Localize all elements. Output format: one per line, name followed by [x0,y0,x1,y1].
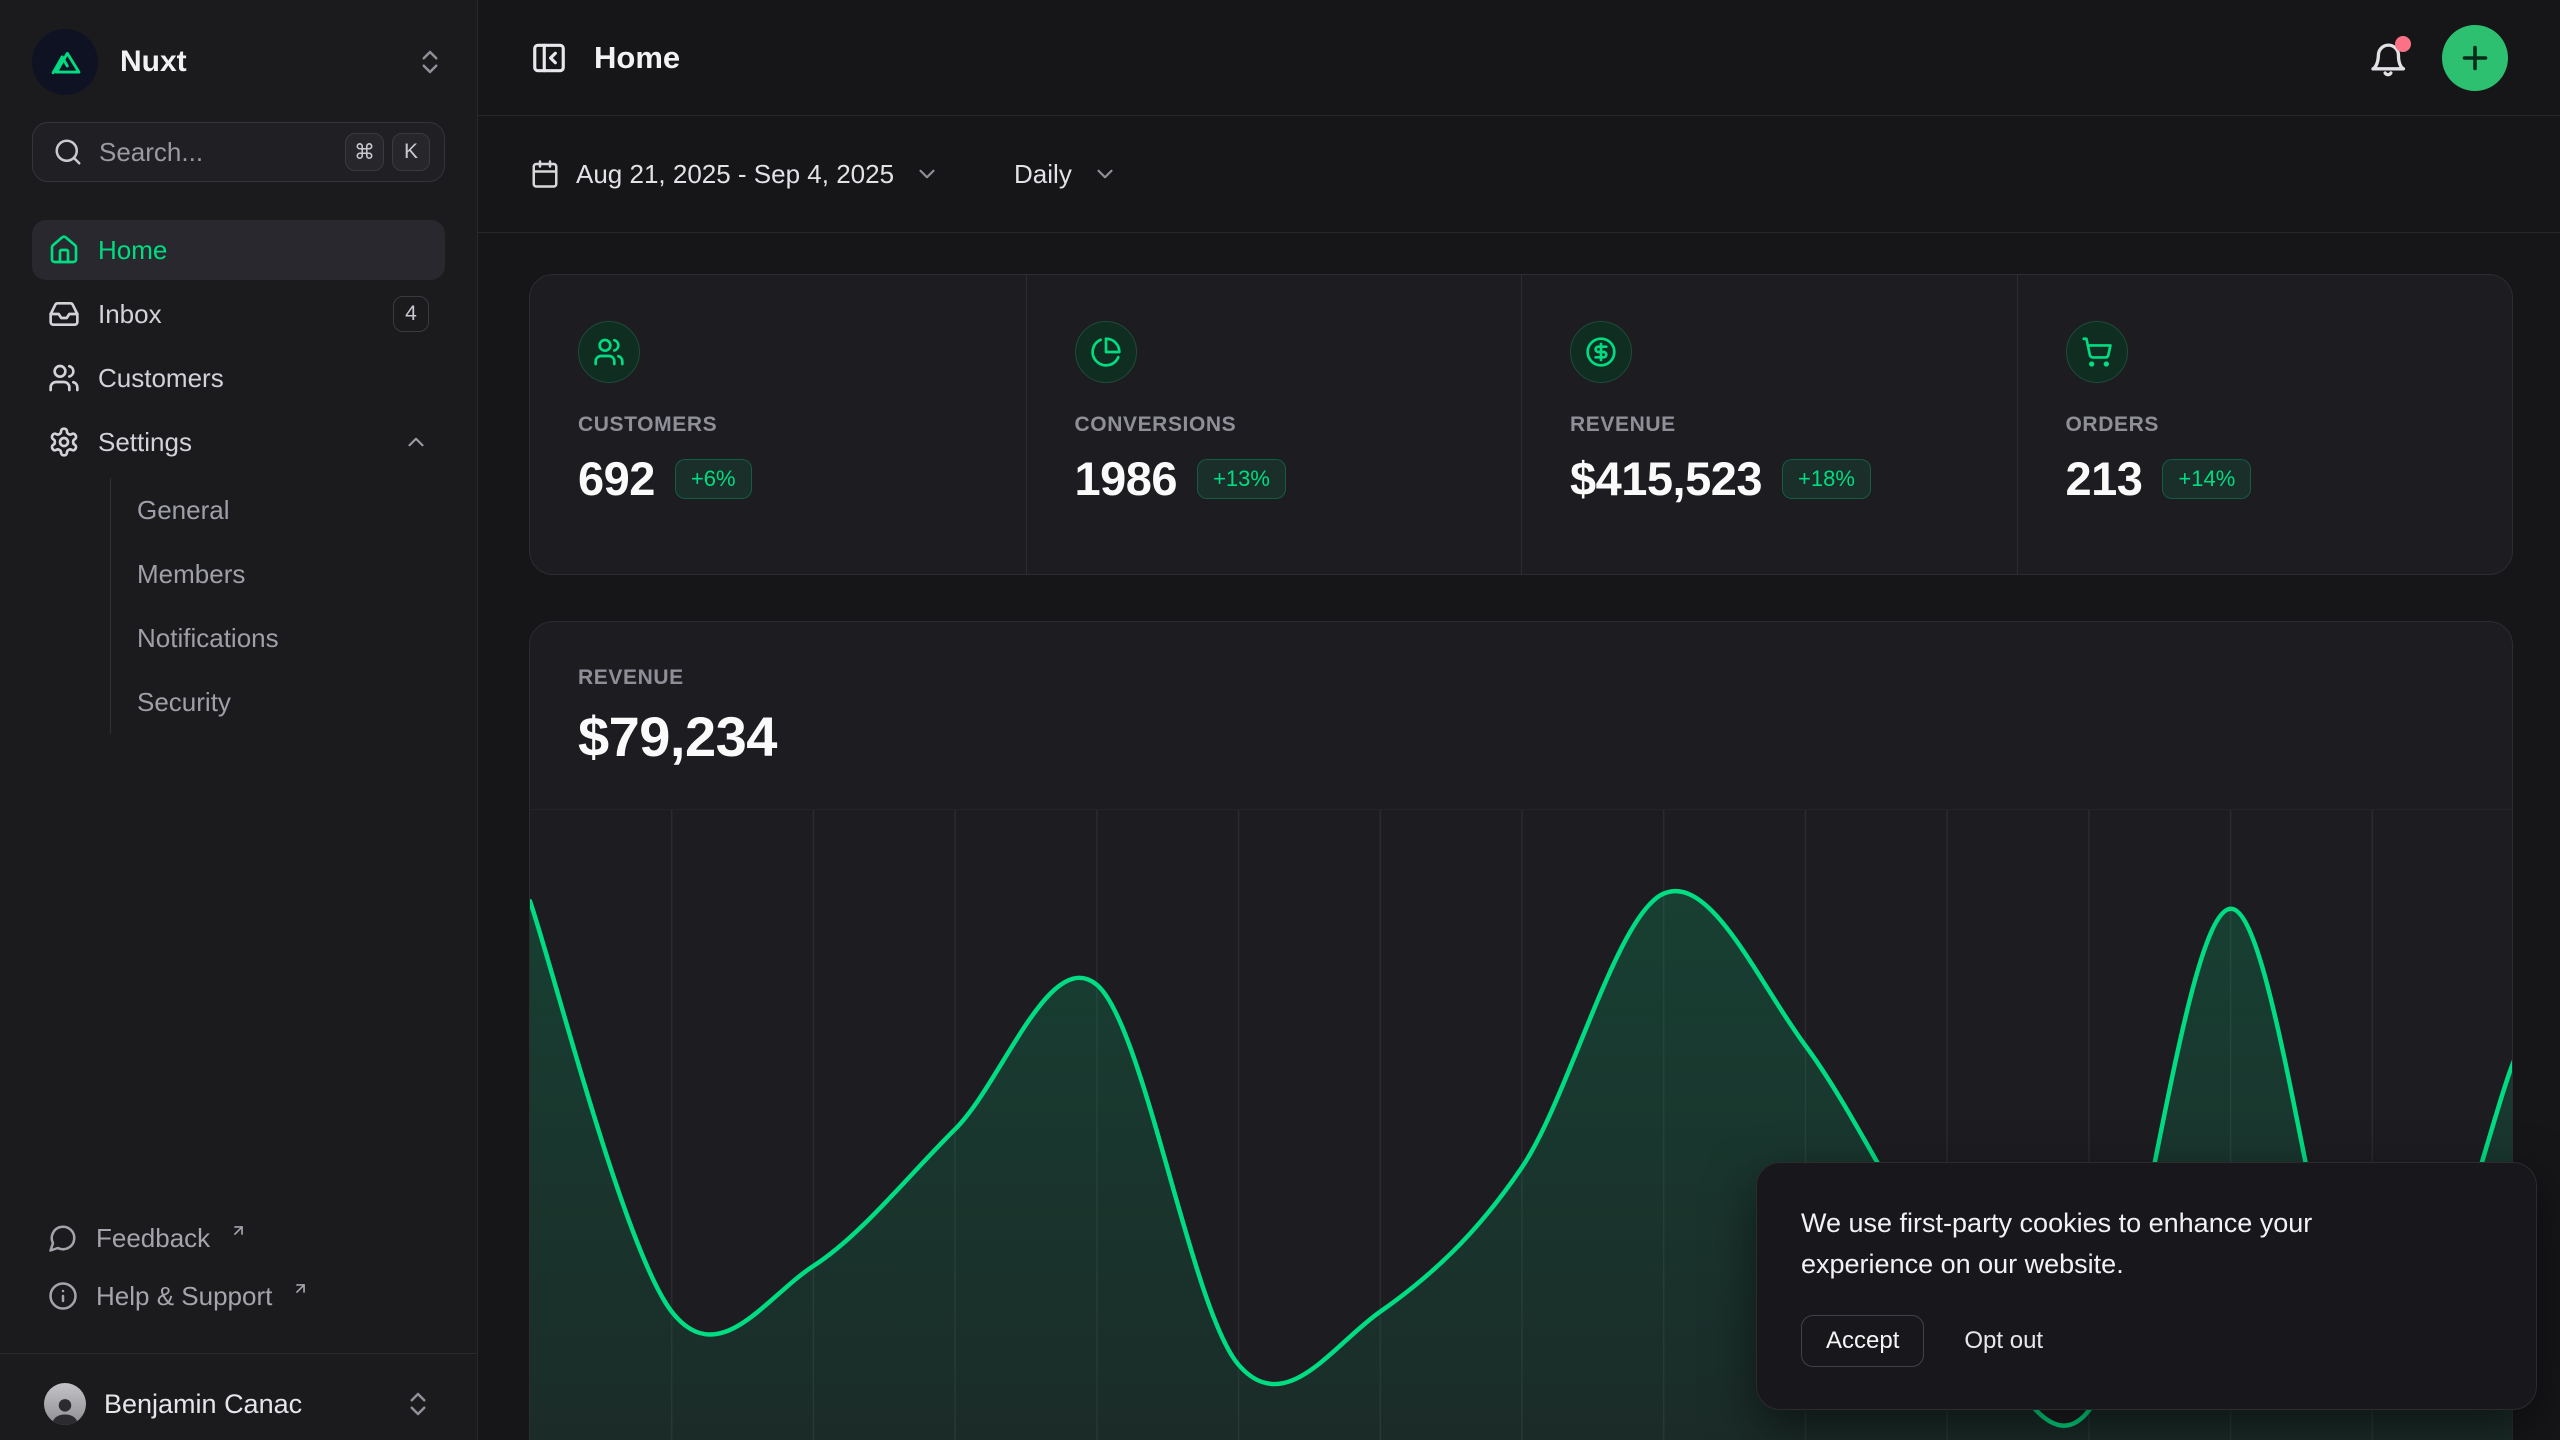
sidebar-item-label: Home [98,235,429,266]
sidebar-subitem-security[interactable]: Security [111,670,445,734]
stat-value: $415,523 [1570,451,1762,506]
pie-chart-icon [1075,321,1137,383]
user-menu-button[interactable]: Benjamin Canac [32,1368,445,1440]
avatar [44,1383,86,1425]
sidebar-item-settings[interactable]: Settings [32,412,445,472]
message-bubble-icon [48,1223,78,1253]
search-icon [53,137,83,167]
cookie-message: We use first-party cookies to enhance yo… [1801,1203,2421,1285]
chevrons-up-down-icon [415,47,445,77]
users-icon [48,362,80,394]
settings-subnav: General Members Notifications Security [110,478,445,734]
notification-dot [2395,36,2411,52]
nuxt-logo [32,29,98,95]
search-placeholder: Search... [99,137,337,168]
stat-delta-badge: +18% [1782,459,1871,499]
workspace-switcher[interactable]: Nuxt [32,30,445,94]
stat-card-customers[interactable]: CUSTOMERS 692 +6% [530,275,1026,574]
revenue-value: $79,234 [578,704,2464,769]
inbox-count-badge: 4 [393,296,429,332]
period-value: Daily [1014,159,1072,190]
stat-delta-badge: +14% [2162,459,2251,499]
stat-label: REVENUE [1570,413,1969,437]
panel-left-icon [530,39,568,77]
add-button[interactable] [2442,25,2508,91]
sidebar: Nuxt Search... ⌘ K Home [0,0,478,1440]
sidebar-subitem-general[interactable]: General [111,478,445,542]
stat-label: CUSTOMERS [578,413,978,437]
gear-icon [48,426,80,458]
stat-card-revenue[interactable]: REVENUE $415,523 +18% [1521,275,2017,574]
workspace-name: Nuxt [120,45,415,79]
inbox-icon [48,298,80,330]
calendar-icon [530,159,560,189]
stat-value: 213 [2066,451,2143,506]
sidebar-collapse-button[interactable] [530,39,568,77]
cookie-accept-button[interactable]: Accept [1801,1315,1924,1367]
kbd-k: K [392,133,430,171]
cookie-banner: We use first-party cookies to enhance yo… [1756,1162,2537,1410]
sidebar-item-label: Customers [98,363,429,394]
users-icon [578,321,640,383]
sidebar-item-inbox[interactable]: Inbox 4 [32,284,445,344]
filters-toolbar: Aug 21, 2025 - Sep 4, 2025 Daily [478,116,2560,233]
stat-value: 692 [578,451,655,506]
info-circle-icon [48,1281,78,1311]
feedback-label: Feedback [96,1223,210,1254]
user-name: Benjamin Canac [104,1389,385,1420]
sidebar-subitem-members[interactable]: Members [111,542,445,606]
sidebar-subitem-notifications[interactable]: Notifications [111,606,445,670]
stat-value: 1986 [1075,451,1178,506]
home-icon [48,234,80,266]
kbd-meta: ⌘ [345,133,384,171]
stat-label: CONVERSIONS [1075,413,1474,437]
stat-label: ORDERS [2066,413,2465,437]
stat-card-orders[interactable]: ORDERS 213 +14% [2017,275,2513,574]
stat-delta-badge: +13% [1197,459,1286,499]
circle-dollar-icon [1570,321,1632,383]
period-select[interactable]: Daily [1014,159,1118,190]
stat-card-conversions[interactable]: CONVERSIONS 1986 +13% [1026,275,1522,574]
sidebar-item-customers[interactable]: Customers [32,348,445,408]
date-range-value: Aug 21, 2025 - Sep 4, 2025 [576,159,894,190]
chevron-up-icon [403,429,429,455]
dashboard-page: Nuxt Search... ⌘ K Home [0,0,2560,1440]
sidebar-item-label: Settings [98,427,385,458]
revenue-label: REVENUE [578,666,2464,690]
sidebar-item-home[interactable]: Home [32,220,445,280]
sidebar-footer: Feedback Help & Support [0,1209,477,1339]
external-link-icon [230,1215,247,1246]
user-zone: Benjamin Canac [0,1353,477,1440]
sidebar-item-label: Inbox [98,299,375,330]
help-support-link[interactable]: Help & Support [32,1267,445,1325]
plus-icon [2457,40,2493,76]
shopping-cart-icon [2066,321,2128,383]
search-input[interactable]: Search... ⌘ K [32,122,445,182]
date-range-picker[interactable]: Aug 21, 2025 - Sep 4, 2025 [530,159,940,190]
top-header: Home [478,0,2560,116]
chevron-down-icon [1092,161,1118,187]
chevron-down-icon [914,161,940,187]
stat-delta-badge: +6% [675,459,752,499]
sidebar-nav: Home Inbox 4 Customers Settings [0,220,477,734]
feedback-link[interactable]: Feedback [32,1209,445,1267]
notifications-button[interactable] [2368,38,2408,78]
page-title: Home [594,40,2368,76]
stats-card-group: CUSTOMERS 692 +6% CONVERSIONS 1986 +13% [529,274,2513,575]
cookie-optout-button[interactable]: Opt out [1958,1316,2049,1366]
external-link-icon [292,1273,309,1304]
chevrons-up-down-icon [403,1389,433,1419]
help-support-label: Help & Support [96,1281,272,1312]
